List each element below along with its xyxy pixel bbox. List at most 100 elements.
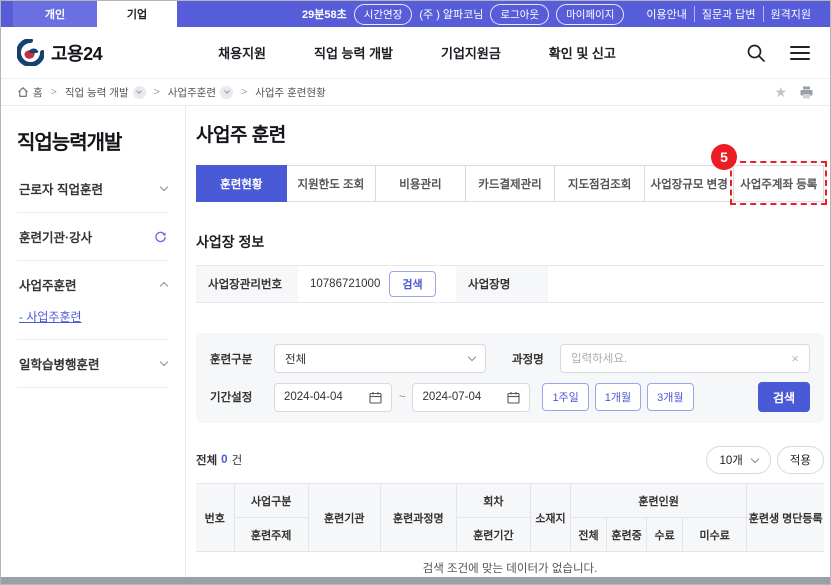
sidebar-subitem-employer-training: - 사업주훈련 [17,308,169,340]
date-from-value: 2024-04-04 [284,391,343,403]
mgmt-number-search-button[interactable]: 검색 [389,271,435,297]
tab-training-status[interactable]: 훈련현황 [196,165,287,202]
col-topic: 훈련주제 [234,518,308,552]
sidebar-item-label: 훈련기관·강사 [19,227,92,246]
printer-icon[interactable] [799,85,814,100]
sidebar-title: 직업능력개발 [17,126,169,155]
tab-cost-management[interactable]: 비용관리 [375,165,466,202]
extend-time-button[interactable]: 시간연장 [354,4,413,25]
col-period: 훈련기간 [456,518,530,552]
filter-row-2: 기간설정 2024-04-04 ~ 2024-07-04 [210,382,810,412]
sidebar-item-worker-training[interactable]: 근로자 직업훈련 [17,165,169,213]
app-window: 개인 기업 29분58초 시간연장 (주 ) 알파코님 로그아웃 마이페이지 이… [0,0,831,585]
filter-row-1: 훈련구분 전체 과정명 [210,344,810,373]
apply-button[interactable]: 적용 [777,446,824,474]
link-guide[interactable]: 이용안내 [639,6,693,22]
col-location: 소재지 [530,484,570,552]
tab-inspection[interactable]: 지도점검조회 [554,165,645,202]
date-from-input[interactable]: 2024-04-04 [274,383,392,412]
calendar-icon[interactable] [369,391,382,404]
calendar-icon[interactable] [507,391,520,404]
sidebar-item-work-learning[interactable]: 일학습병행훈련 [17,340,169,388]
search-button[interactable]: 검색 [758,382,810,412]
main-content: 사업주 훈련 훈련현황 지원한도 조회 비용관리 카드결제관리 지도점검조회 사… [186,106,830,585]
user-name: (주 ) 알파코님 [419,6,483,22]
breadcrumb-separator: > [154,86,160,98]
col-in-training: 훈련중 [607,518,647,552]
breadcrumb-level1[interactable]: 직업 능력 개발 [65,85,146,100]
tab-card-payment[interactable]: 카드결제관리 [465,165,556,202]
search-icon[interactable] [746,43,766,63]
nav-vocational-dev[interactable]: 직업 능력 개발 [314,43,393,62]
link-remote-support[interactable]: 원격지원 [763,6,818,22]
star-icon[interactable] [774,84,787,101]
tab-workplace-size-change[interactable]: 사업장규모 변경 [644,165,735,202]
page-size-select[interactable]: 10개 [706,446,770,474]
tab-employer-account-register[interactable]: 사업주계좌 등록 [733,165,824,202]
header-icons [746,43,810,63]
breadcrumb-level2[interactable]: 사업주훈련 [168,85,233,100]
one-month-button[interactable]: 1개월 [595,383,641,411]
sidebar-active-link[interactable]: - 사업주훈련 [19,310,82,324]
sidebar-item-employer-training[interactable]: 사업주훈련 [17,261,169,308]
results-bar: 전체 0 건 10개 적용 [196,446,824,474]
workplace-info-row: 사업장관리번호 10786721000 검색 사업장명 [196,265,824,303]
mgmt-number-label: 사업장관리번호 [196,266,298,302]
sidebar-item-label: 일학습병행훈련 [19,354,100,373]
col-round: 회차 [456,484,530,518]
tab-support-limit[interactable]: 지원한도 조회 [286,165,377,202]
total-suffix: 건 [232,452,243,468]
chevron-circle-icon[interactable] [133,86,146,99]
clear-icon[interactable] [791,351,799,366]
mypage-button[interactable]: 마이페이지 [556,4,624,25]
sidebar-item-institution-instructor[interactable]: 훈련기관·강사 [17,213,169,261]
page-tool-icons [774,84,814,101]
sidebar: 직업능력개발 근로자 직업훈련 훈련기관·강사 사업주훈련 - 사업주훈련 일학… [1,106,186,585]
site-header: 고용24 채용지원 직업 능력 개발 기업지원금 확인 및 신고 [1,27,830,79]
results-table: 번호 사업구분 훈련기관 훈련과정명 회차 소재지 훈련인원 훈련생 명단등록 … [196,483,824,584]
search-filter-panel: 훈련구분 전체 과정명 기간설정 2024-04-04 [196,333,824,423]
tab-business[interactable]: 기업 [97,1,177,27]
workplace-info-heading: 사업장 정보 [196,232,824,252]
training-type-value: 전체 [285,351,306,367]
page-title: 사업주 훈련 [196,120,824,147]
logo[interactable]: 고용24 [17,39,102,66]
nav-confirm-report[interactable]: 확인 및 신고 [549,43,616,62]
workplace-name-value [548,266,824,302]
home-icon [17,86,29,98]
breadcrumb-current-label: 사업주 훈련현황 [255,85,326,100]
govt-emblem-icon [17,39,44,66]
col-roster: 훈련생 명단등록 [747,484,824,552]
breadcrumb-home[interactable]: 홈 [17,85,43,100]
logout-button[interactable]: 로그아웃 [490,4,549,25]
workplace-name-label: 사업장명 [456,266,548,302]
sidebar-item-label: 사업주훈련 [19,275,77,294]
tab-personal[interactable]: 개인 [13,1,97,27]
chevron-up-icon [160,282,168,290]
breadcrumb: 홈 > 직업 능력 개발 > 사업주훈련 > 사업주 훈련현황 [1,79,830,106]
nav-company-subsidy[interactable]: 기업지원금 [441,43,501,62]
sidebar-item-label: 근로자 직업훈련 [19,179,103,198]
date-to-input[interactable]: 2024-07-04 [412,383,530,412]
three-month-button[interactable]: 3개월 [647,383,693,411]
logo-text: 고용24 [51,40,102,66]
horizontal-scrollbar[interactable] [1,577,830,584]
top-bar-right: 29분58초 시간연장 (주 ) 알파코님 로그아웃 마이페이지 이용안내 질문… [302,1,830,27]
breadcrumb-current: 사업주 훈련현황 [255,85,326,100]
chevron-down-icon [160,358,168,366]
hamburger-icon[interactable] [790,46,810,60]
total-count: 0 [221,454,227,466]
nav-recruit-support[interactable]: 채용지원 [218,43,266,62]
col-number: 번호 [196,484,234,552]
training-type-select[interactable]: 전체 [274,344,486,373]
col-biz-type: 사업구분 [234,484,308,518]
date-to-value: 2024-07-04 [422,391,481,403]
mgmt-number-value: 10786721000 [310,278,380,290]
chevron-circle-icon[interactable] [220,86,233,99]
course-name-input[interactable] [571,353,791,365]
col-not-completed: 미수료 [683,518,747,552]
link-qna[interactable]: 질문과 답변 [694,6,763,22]
col-course-name: 훈련과정명 [380,484,456,552]
shortcut-icon [154,230,167,243]
one-week-button[interactable]: 1주일 [542,383,588,411]
